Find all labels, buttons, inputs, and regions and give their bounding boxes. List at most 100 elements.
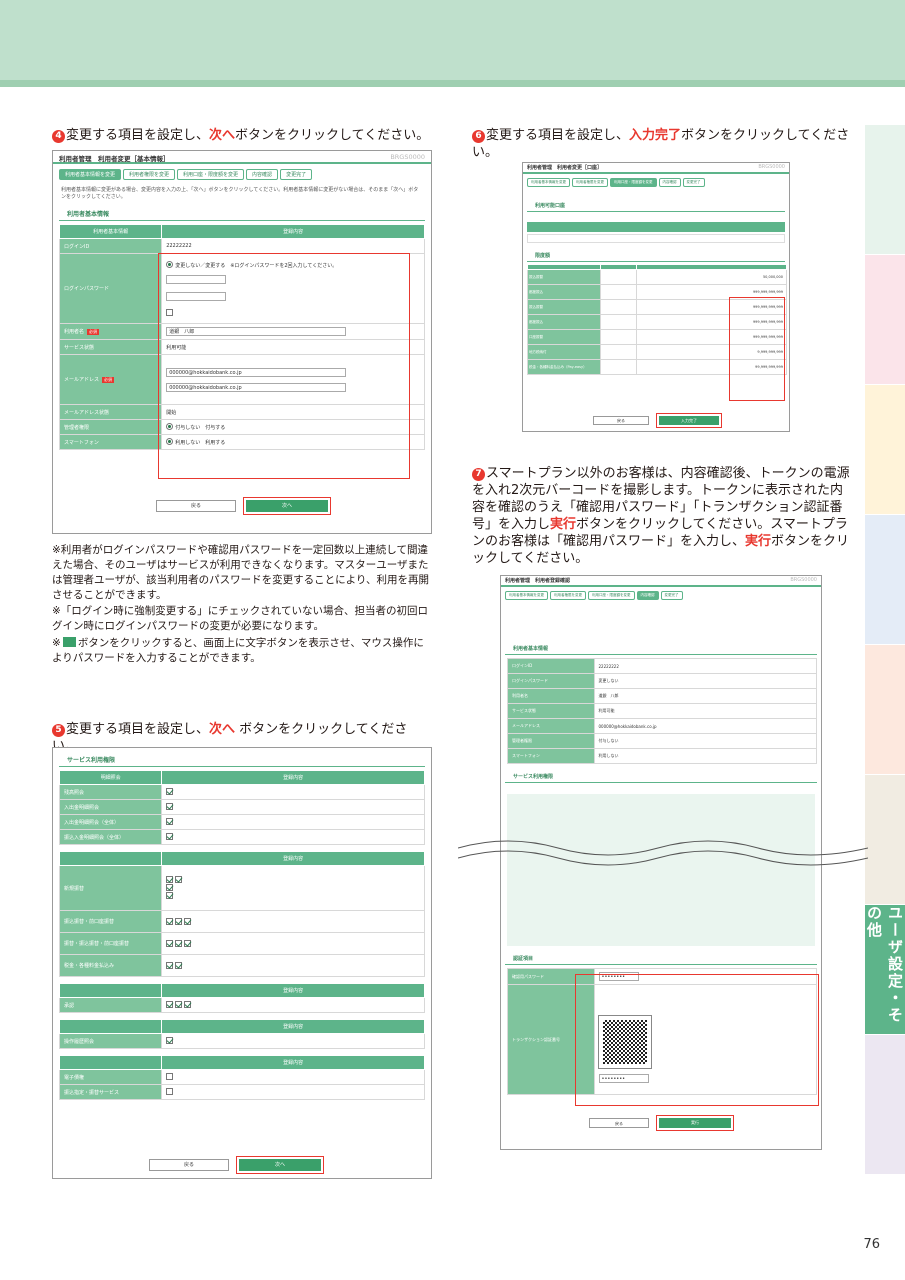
right-check[interactable] xyxy=(161,997,425,1013)
row-label: ログインID xyxy=(507,658,595,674)
checkbox-icon[interactable] xyxy=(166,892,174,899)
row-label: メールアドレス xyxy=(507,718,595,734)
back-button[interactable]: 戻る xyxy=(149,1159,229,1171)
crumb: 内容確認 xyxy=(246,169,279,180)
next-button[interactable]: 次へ xyxy=(236,1156,324,1174)
bank-limit xyxy=(599,359,637,375)
chapter-tab xyxy=(865,255,905,385)
highlight-box xyxy=(729,297,785,401)
right-check[interactable] xyxy=(161,799,425,815)
note-keyboard: ※ ボタンをクリックすると、画面上に文字ボタンを表示させ、マウス操作によりパスワー… xyxy=(52,636,432,666)
row-label: 都度振込 xyxy=(527,314,601,330)
checkbox-icon[interactable] xyxy=(166,939,174,947)
row-label: 税金・各種料金払込み（Pay-easy） xyxy=(527,359,601,375)
title-text: 利用者管理 利用者登録確認 xyxy=(505,578,571,584)
keyboard-icon xyxy=(62,637,76,647)
row-label: 振込指定・振替サービス xyxy=(58,1084,163,1100)
row-label: 承認 xyxy=(58,997,163,1013)
checkbox-icon[interactable] xyxy=(166,1037,174,1044)
row-value: 道銀 八郎 xyxy=(593,688,818,704)
col-header xyxy=(58,1055,163,1070)
row-label: 利用者名 xyxy=(507,688,595,704)
back-button[interactable]: 戻る xyxy=(593,416,649,425)
row-value: 利用可能 xyxy=(593,703,818,719)
row-label: スマートフォン xyxy=(507,748,595,764)
right-check[interactable] xyxy=(161,1033,425,1049)
right-check[interactable] xyxy=(161,932,425,955)
chapter-tabs: ユーザ設定・その他 xyxy=(865,125,905,1180)
section-title: 限度額 xyxy=(527,249,785,262)
checkbox-icon[interactable] xyxy=(166,833,174,840)
col-header xyxy=(58,983,163,998)
crumb: 変更完了 xyxy=(660,591,683,600)
col-header xyxy=(58,1019,163,1034)
note-lockout: ※利用者がログインパスワードや確認用パスワードを一定回数以上連続して間違えた場合… xyxy=(52,544,429,601)
checkbox-icon[interactable] xyxy=(175,917,183,925)
checkbox-icon[interactable] xyxy=(166,1073,174,1080)
right-check[interactable] xyxy=(161,784,425,800)
checkbox-icon[interactable] xyxy=(166,961,174,969)
note-mark: ※ xyxy=(52,637,61,649)
row-value: 付与しない xyxy=(593,733,818,749)
progress-steps: 利用者基本情報を変更 利用者権限を変更 利用口座・限度額を変更 内容確認 変更完… xyxy=(523,174,789,191)
checkbox-icon[interactable] xyxy=(166,818,174,825)
crumb: 利用者基本情報を変更 xyxy=(59,169,122,180)
checkbox-icon[interactable] xyxy=(175,1001,183,1008)
checkbox-icon[interactable] xyxy=(184,939,192,947)
checkbox-icon[interactable] xyxy=(166,788,174,795)
rights-table-3: 登録内容 承認 xyxy=(58,983,425,1013)
header-stripe xyxy=(0,80,905,87)
step-emphasis: 次へ xyxy=(209,722,236,737)
button-row: 戻る 入力完了 xyxy=(593,413,722,428)
section-title: サービス利用権限 xyxy=(59,752,425,767)
bank-limit xyxy=(599,314,637,330)
next-button[interactable]: 次へ xyxy=(243,497,331,515)
row-label: 新規振替 xyxy=(58,865,163,911)
back-button[interactable]: 戻る xyxy=(589,1118,649,1128)
step-text: ボタンをクリックしてください。 xyxy=(235,128,430,143)
checkbox-icon[interactable] xyxy=(166,884,174,891)
row-value: 22222222 xyxy=(593,658,818,674)
screen-title: 利用者管理 利用者登録確認 BRGS0000 xyxy=(501,576,821,587)
crumb: 利用者権限を変更 xyxy=(572,178,608,187)
checkbox-icon[interactable] xyxy=(166,1088,174,1095)
row-label: 入出金明細照会（全体） xyxy=(58,814,163,830)
progress-steps: 利用者基本情報を変更 利用者権限を変更 利用口座・限度額を変更 内容確認 変更完… xyxy=(53,164,431,185)
execute-button[interactable]: 実行 xyxy=(656,1115,734,1131)
row-label: 振替・振込振替・前口座振替 xyxy=(58,932,163,955)
checkbox-icon[interactable] xyxy=(166,917,174,925)
col-header xyxy=(58,851,163,866)
checkbox-icon[interactable] xyxy=(166,1001,174,1008)
crumb: 変更完了 xyxy=(682,178,705,187)
row-label: メールアドレス状態 xyxy=(58,404,163,420)
checkbox-icon[interactable] xyxy=(175,876,183,883)
right-check[interactable] xyxy=(161,829,425,845)
row-label: 管理者権限 xyxy=(58,419,163,435)
account-row[interactable] xyxy=(527,234,785,243)
input-complete-button[interactable]: 入力完了 xyxy=(656,413,722,428)
checkbox-icon[interactable] xyxy=(166,803,174,810)
checkbox-icon[interactable] xyxy=(184,917,192,925)
right-check[interactable] xyxy=(161,865,425,911)
right-check[interactable] xyxy=(161,814,425,830)
checkbox-icon[interactable] xyxy=(184,1001,192,1008)
col-header: 登録内容 xyxy=(161,1055,425,1070)
checkbox-icon[interactable] xyxy=(175,939,183,947)
col-header: 登録内容 xyxy=(161,983,425,998)
right-check[interactable] xyxy=(161,1069,425,1085)
checkbox-icon[interactable] xyxy=(175,961,183,969)
row-label: 振込振替・前口座振替 xyxy=(58,910,163,933)
row-label: 残高照会 xyxy=(58,784,163,800)
crumb: 内容確認 xyxy=(658,178,681,187)
right-check[interactable] xyxy=(161,954,425,977)
back-button[interactable]: 戻る xyxy=(156,500,236,512)
checkbox-icon[interactable] xyxy=(166,876,174,883)
section-title: 認証項目 xyxy=(505,952,817,965)
cut-line-icon xyxy=(458,850,868,866)
bank-limit xyxy=(599,284,637,300)
required-badge: 必須 xyxy=(87,329,100,335)
screen-code: BRGS0000 xyxy=(758,164,785,170)
right-check[interactable] xyxy=(161,1084,425,1100)
col-header: 登録内容 xyxy=(161,224,425,239)
right-check[interactable] xyxy=(161,910,425,933)
